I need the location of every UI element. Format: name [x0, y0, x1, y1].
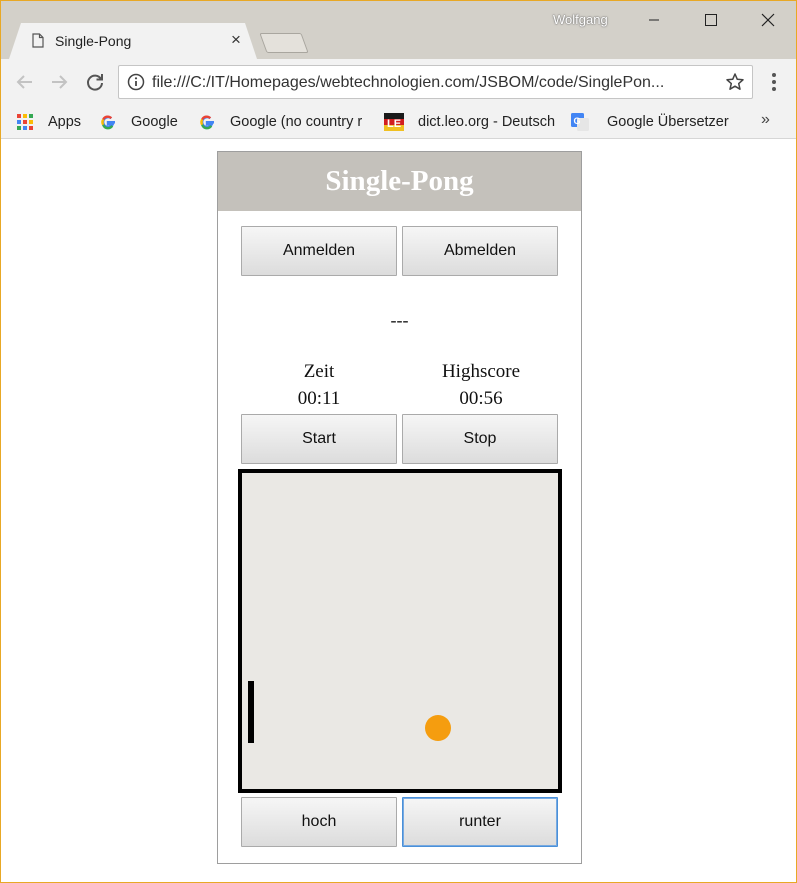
- browser-window: Single-Pong × Wolfgang file:///C:/IT/Hom…: [0, 0, 797, 883]
- bookmark-apps[interactable]: Apps: [16, 111, 81, 133]
- new-tab-button[interactable]: [259, 33, 309, 53]
- document-icon: [32, 33, 44, 48]
- svg-text:G: G: [574, 116, 581, 126]
- tab-close-icon[interactable]: ×: [231, 30, 241, 50]
- close-icon: [761, 13, 775, 27]
- google-icon: [101, 115, 115, 130]
- forward-arrow-icon[interactable]: [48, 71, 70, 93]
- page-title: Single-Pong: [218, 152, 581, 211]
- bookmark-star-icon[interactable]: [725, 72, 745, 92]
- tab-single-pong[interactable]: Single-Pong ×: [9, 23, 257, 59]
- status-text: ---: [390, 310, 409, 330]
- svg-text:LE: LE: [387, 118, 401, 130]
- google-icon: [200, 115, 214, 130]
- close-window-button[interactable]: [745, 5, 791, 35]
- address-bar[interactable]: file:///C:/IT/Homepages/webtechnologien.…: [118, 65, 753, 99]
- apps-grid-icon: [17, 114, 33, 130]
- pong-app: Single-Pong Anmelden Abmelden --- Zeit 0…: [217, 151, 582, 864]
- google-translate-icon: G: [571, 113, 589, 131]
- bookmark-google[interactable]: Google: [99, 111, 178, 133]
- logout-button[interactable]: Abmelden: [402, 226, 558, 276]
- info-icon[interactable]: [127, 73, 145, 91]
- back-arrow-icon[interactable]: [14, 71, 36, 93]
- reload-icon[interactable]: [84, 71, 106, 93]
- up-button[interactable]: hoch: [241, 797, 397, 847]
- profile-name[interactable]: Wolfgang: [553, 12, 608, 27]
- down-button[interactable]: runter: [402, 797, 558, 847]
- bookmark-google-no-country[interactable]: Google (no country r: [198, 111, 368, 133]
- login-button[interactable]: Anmelden: [241, 226, 397, 276]
- ball: [425, 715, 451, 741]
- start-button[interactable]: Start: [241, 414, 397, 464]
- highscore-label: Highscore: [441, 361, 521, 382]
- bookmark-google-translate[interactable]: G Google Übersetzer: [571, 111, 729, 133]
- leo-icon: LE: [384, 113, 404, 131]
- time-value: 00:11: [297, 388, 341, 409]
- menu-dots-icon[interactable]: [766, 71, 782, 93]
- bookmark-label: Google (no country r: [230, 114, 363, 130]
- url-text[interactable]: file:///C:/IT/Homepages/webtechnologien.…: [152, 74, 722, 92]
- minimize-button[interactable]: [631, 5, 677, 35]
- paddle: [248, 681, 254, 743]
- tab-title: Single-Pong: [55, 33, 132, 49]
- maximize-icon: [705, 14, 717, 26]
- bookmark-label: Google Übersetzer: [607, 114, 729, 130]
- bookmarks-bar: Apps Google Google (no country r LE dict…: [1, 105, 796, 139]
- toolbar: file:///C:/IT/Homepages/webtechnologien.…: [1, 59, 796, 105]
- bookmark-label: dict.leo.org - Deutsch: [418, 114, 556, 130]
- maximize-button[interactable]: [688, 5, 734, 35]
- more-bookmarks-icon[interactable]: »: [761, 111, 770, 129]
- bookmark-label: Google: [131, 114, 178, 130]
- minimize-icon: [649, 19, 659, 21]
- highscore-value: 00:56: [459, 388, 503, 409]
- game-court: [238, 469, 562, 793]
- bookmark-dict-leo[interactable]: LE dict.leo.org - Deutsch: [384, 111, 556, 133]
- bookmark-label: Apps: [48, 114, 82, 130]
- stop-button[interactable]: Stop: [402, 414, 558, 464]
- title-bar: Single-Pong × Wolfgang: [1, 1, 796, 59]
- time-label: Zeit: [303, 361, 335, 382]
